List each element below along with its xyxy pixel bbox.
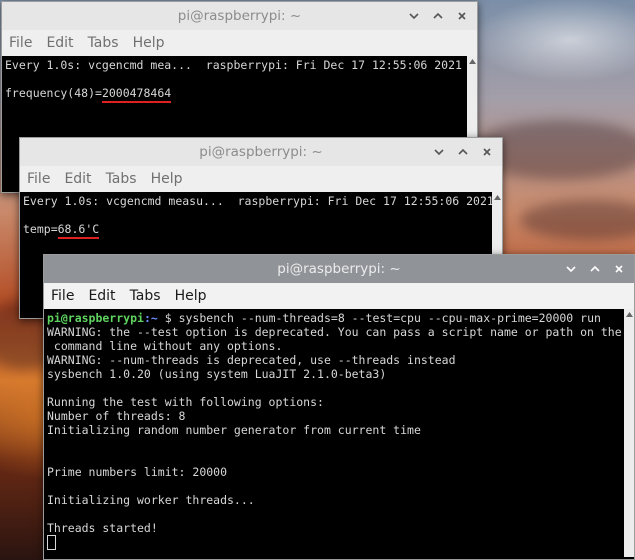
chevron-down-icon[interactable]	[564, 262, 578, 276]
output-line: Initializing worker threads...	[47, 493, 255, 507]
window-title: pi@raspberrypi: ~	[277, 261, 401, 277]
watch-header: Every 1.0s: vcgencmd measu... raspberryp…	[23, 194, 492, 208]
terminal-output[interactable]: pi@raspberrypi:~ $ sysbench --num-thread…	[44, 309, 624, 559]
title-bar[interactable]: pi@raspberrypi: ~	[20, 138, 502, 166]
command-text: sysbench --num-threads=8 --test=cpu --cp…	[178, 311, 601, 325]
menu-edit[interactable]: Edit	[88, 288, 115, 304]
chevron-up-icon[interactable]	[431, 9, 445, 23]
sysbench-output: WARNING: the --test option is deprecated…	[47, 325, 624, 535]
output-line: sysbench 1.0.20 (using system LuaJIT 2.1…	[47, 367, 387, 381]
menu-help[interactable]: Help	[175, 288, 207, 304]
scrollbar[interactable]	[624, 309, 634, 557]
menu-file[interactable]: File	[51, 288, 74, 304]
output-line: Prime numbers limit: 20000	[47, 465, 228, 479]
temperature-value: 68.6'C	[57, 222, 100, 239]
cursor-line	[47, 535, 624, 550]
menu-bar: File Edit Tabs Help	[44, 283, 634, 309]
scroll-up-arrow-icon[interactable]	[492, 192, 502, 202]
output-line: WARNING: the --test option is deprecated…	[47, 325, 622, 339]
frequency-value: 2000478464	[101, 86, 172, 103]
menu-bar: File Edit Tabs Help	[2, 30, 477, 56]
output-line: Number of threads: 8	[47, 409, 186, 423]
temperature-label: temp=	[23, 222, 58, 236]
scroll-up-arrow-icon[interactable]	[467, 56, 477, 66]
prompt-symbol: $	[157, 311, 179, 325]
menu-file[interactable]: File	[9, 35, 32, 51]
frequency-line: frequency(48)=2000478464	[5, 86, 467, 103]
menu-help[interactable]: Help	[151, 171, 183, 187]
window-title: pi@raspberrypi: ~	[177, 8, 302, 24]
terminal-window-sysbench[interactable]: pi@raspberrypi: ~ File Edit Tabs Help pi…	[43, 254, 635, 560]
terminal-cursor[interactable]	[47, 535, 56, 550]
output-line: command line without any options.	[47, 339, 283, 353]
menu-bar: File Edit Tabs Help	[20, 166, 502, 192]
close-icon[interactable]	[480, 145, 494, 159]
watch-header: Every 1.0s: vcgencmd mea... raspberrypi:…	[5, 58, 462, 72]
menu-edit[interactable]: Edit	[46, 35, 73, 51]
chevron-up-icon[interactable]	[588, 262, 602, 276]
window-title: pi@raspberrypi: ~	[199, 144, 323, 160]
frequency-label: frequency(48)=	[5, 86, 102, 100]
close-icon[interactable]	[612, 262, 626, 276]
close-icon[interactable]	[455, 9, 469, 23]
chevron-up-icon[interactable]	[456, 145, 470, 159]
title-bar[interactable]: pi@raspberrypi: ~	[44, 255, 634, 283]
menu-edit[interactable]: Edit	[64, 171, 91, 187]
scroll-up-arrow-icon[interactable]	[624, 309, 634, 319]
output-line: Threads started!	[47, 521, 158, 535]
output-line: WARNING: --num-threads is deprecated, us…	[47, 353, 456, 367]
output-line: Running the test with following options:	[47, 395, 324, 409]
prompt-user: pi@raspberrypi	[47, 311, 144, 325]
menu-tabs[interactable]: Tabs	[106, 171, 137, 187]
chevron-down-icon[interactable]	[407, 9, 421, 23]
menu-tabs[interactable]: Tabs	[130, 288, 161, 304]
menu-tabs[interactable]: Tabs	[88, 35, 119, 51]
output-line: Initializing random number generator fro…	[47, 423, 421, 437]
temperature-line: temp=68.6'C	[23, 222, 492, 239]
menu-file[interactable]: File	[27, 171, 50, 187]
menu-help[interactable]: Help	[133, 35, 165, 51]
title-bar[interactable]: pi@raspberrypi: ~	[2, 2, 477, 30]
wallpaper-cloud	[520, 200, 635, 240]
prompt-path: :~	[143, 311, 158, 325]
chevron-down-icon[interactable]	[432, 145, 446, 159]
command-line: pi@raspberrypi:~ $ sysbench --num-thread…	[47, 311, 624, 325]
